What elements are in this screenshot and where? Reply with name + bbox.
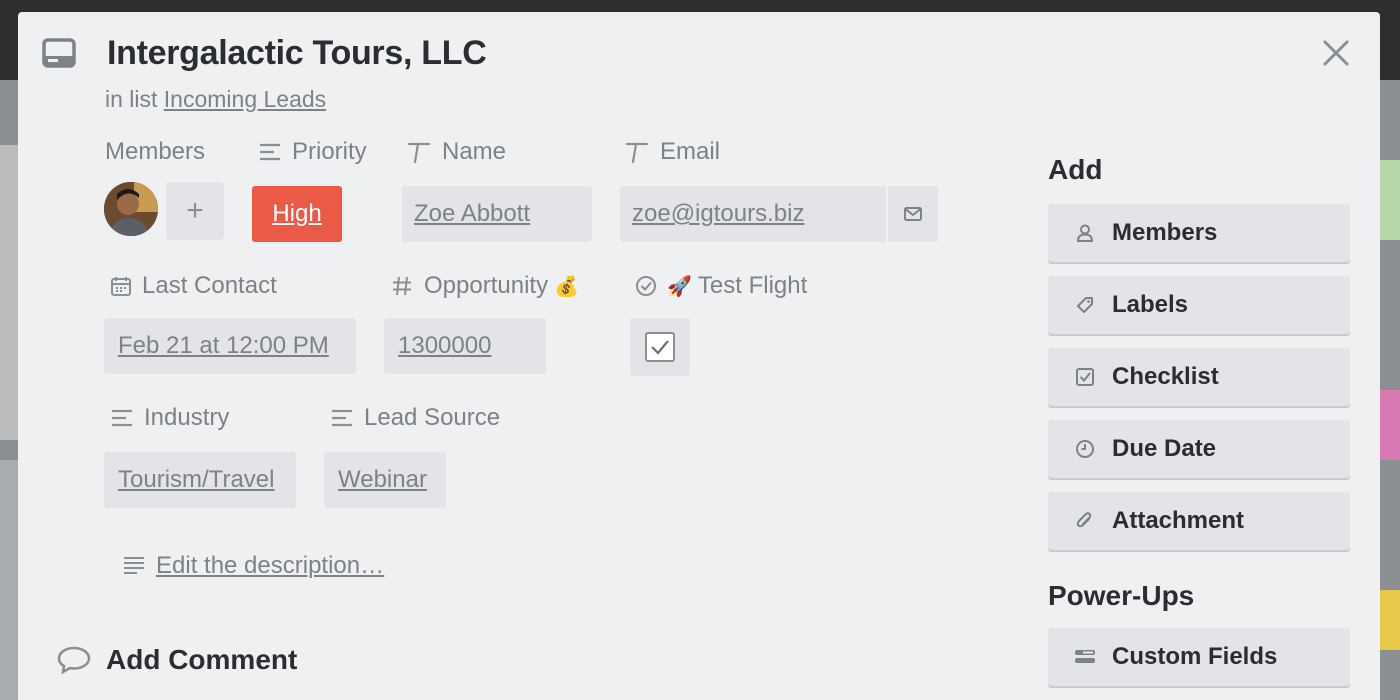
tag-icon	[1077, 297, 1093, 313]
name-label-text: Name	[442, 138, 507, 165]
lead-source-value[interactable]: Webinar	[324, 452, 446, 508]
lead-source-label-text: Lead Source	[364, 404, 501, 431]
custom-fields-button-label: Custom Fields	[1112, 643, 1278, 670]
calendar-icon	[111, 277, 131, 296]
board-card	[0, 460, 18, 700]
members-label: Members	[105, 138, 205, 166]
add-comment-heading: Add Comment	[56, 644, 297, 676]
checkbox-field-icon	[636, 276, 656, 296]
text-field-icon	[625, 142, 649, 164]
dropdown-field-icon	[112, 409, 132, 427]
members-label-text: Members	[105, 138, 206, 165]
members-button[interactable]: Members	[1048, 204, 1350, 262]
paperclip-icon	[1076, 512, 1092, 528]
attachment-button[interactable]: Attachment	[1048, 492, 1350, 550]
card-icon	[42, 38, 76, 68]
industry-label: Industry	[110, 404, 229, 432]
person-icon	[1076, 224, 1094, 242]
custom-fields-button[interactable]: Custom Fields	[1048, 628, 1350, 686]
list-breadcrumb: in list Incoming Leads	[105, 86, 326, 113]
checkmark-icon	[645, 332, 675, 362]
industry-value[interactable]: Tourism/Travel	[104, 452, 296, 508]
opportunity-value[interactable]: 1300000	[384, 318, 546, 374]
board-card	[0, 145, 18, 440]
number-field-icon	[393, 276, 411, 296]
dropdown-field-icon	[332, 409, 352, 427]
close-icon[interactable]	[1321, 38, 1351, 68]
member-avatar[interactable]	[104, 182, 158, 236]
labels-button-label: Labels	[1112, 291, 1189, 318]
board-card	[1380, 390, 1400, 460]
money-bag-emoji: 💰	[554, 275, 579, 298]
checklist-button-label: Checklist	[1112, 363, 1219, 390]
lead-source-label: Lead Source	[330, 404, 500, 432]
avatar-photo	[104, 182, 158, 236]
name-label: Name	[406, 138, 506, 166]
dropdown-field-icon	[260, 143, 280, 161]
add-member-button[interactable]: +	[166, 182, 224, 240]
checkbox-icon	[1076, 368, 1094, 386]
industry-label-text: Industry	[144, 404, 230, 431]
rocket-emoji: 🚀	[667, 275, 692, 298]
members-button-label: Members	[1112, 219, 1218, 246]
checklist-button[interactable]: Checklist	[1048, 348, 1350, 406]
send-email-button[interactable]	[888, 186, 938, 242]
priority-label-text: Priority	[292, 138, 367, 165]
clock-icon	[1076, 440, 1094, 458]
add-heading: Add	[1048, 154, 1103, 185]
board-card	[1380, 160, 1400, 240]
priority-value[interactable]: High	[252, 186, 342, 242]
email-label-text: Email	[660, 138, 721, 165]
envelope-icon	[904, 207, 922, 221]
add-comment-heading-text: Add Comment	[106, 644, 298, 675]
email-value[interactable]: zoe@igtours.biz	[620, 186, 886, 242]
text-field-icon	[407, 142, 431, 164]
powerups-heading: Power-Ups	[1048, 580, 1195, 611]
comment-icon	[57, 646, 91, 675]
description-icon	[124, 557, 144, 574]
attachment-button-label: Attachment	[1112, 507, 1245, 534]
test-flight-checkbox[interactable]	[630, 318, 690, 376]
priority-label: Priority	[258, 138, 367, 166]
email-label: Email	[624, 138, 720, 166]
name-value[interactable]: Zoe Abbott	[402, 186, 592, 242]
due-date-button[interactable]: Due Date	[1048, 420, 1350, 478]
opportunity-label: Opportunity 💰	[390, 272, 579, 300]
edit-description-link[interactable]: Edit the description…	[156, 552, 384, 580]
test-flight-label-text: Test Flight	[697, 272, 808, 299]
custom-fields-icon	[1075, 650, 1095, 663]
last-contact-label: Last Contact	[110, 272, 277, 300]
last-contact-value[interactable]: Feb 21 at 12:00 PM	[104, 318, 356, 374]
list-prefix: in list	[105, 86, 158, 112]
list-link[interactable]: Incoming Leads	[164, 86, 326, 112]
description-section: Edit the description…	[122, 552, 384, 580]
board-card	[1380, 590, 1400, 650]
card-detail-modal: Intergalactic Tours, LLC in list Incomin…	[18, 12, 1380, 700]
opportunity-label-text: Opportunity	[424, 272, 549, 299]
test-flight-label: 🚀 Test Flight	[635, 272, 807, 300]
card-title[interactable]: Intergalactic Tours, LLC	[107, 34, 487, 73]
due-date-button-label: Due Date	[1112, 435, 1217, 462]
labels-button[interactable]: Labels	[1048, 276, 1350, 334]
last-contact-label-text: Last Contact	[142, 272, 277, 299]
